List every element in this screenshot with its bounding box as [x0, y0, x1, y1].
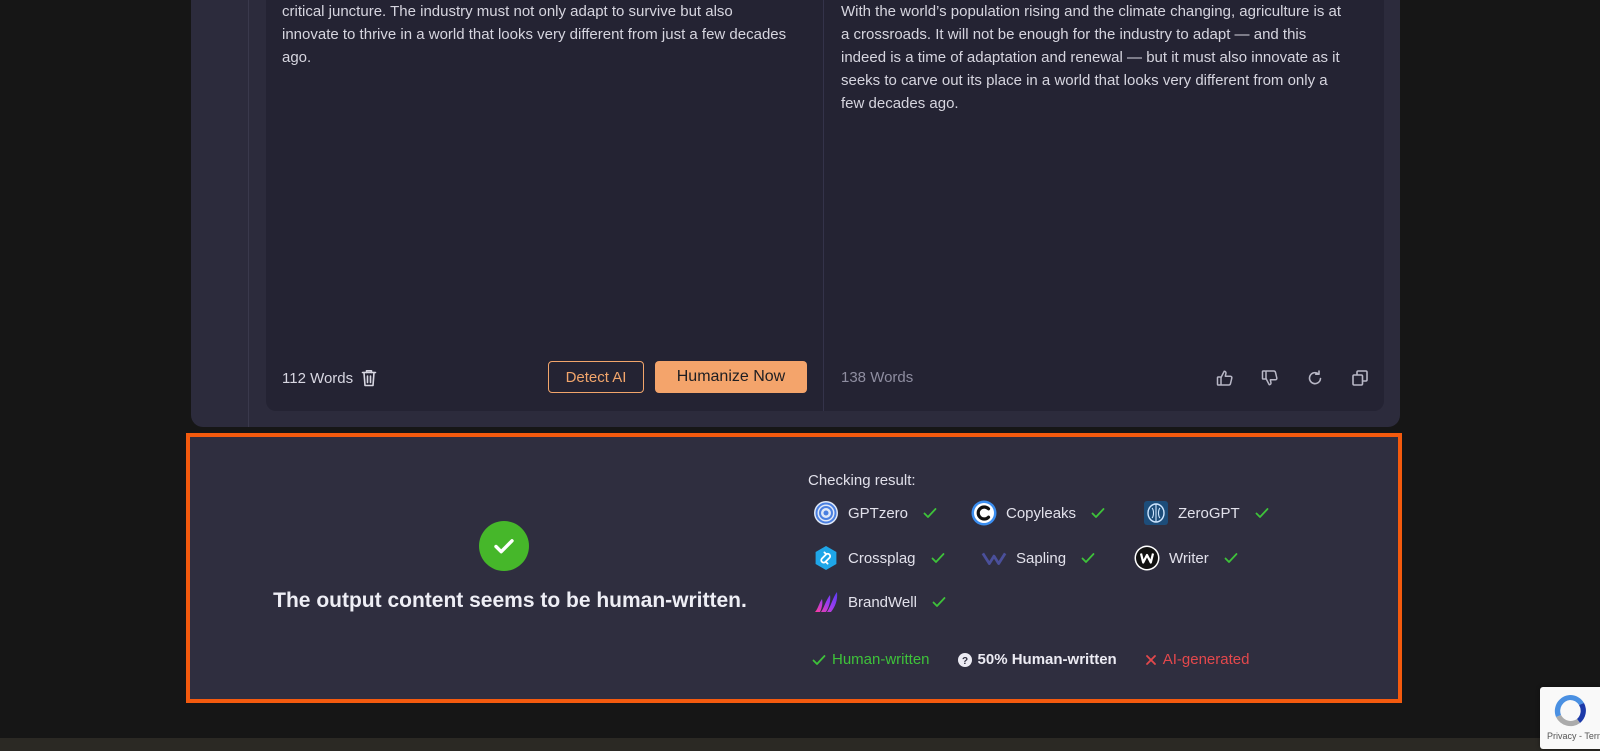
- editor-left-rail: [248, 0, 249, 427]
- output-pane: damage economies, and threaten the incom…: [824, 0, 1384, 411]
- detector-copyleaks: Copyleaks: [971, 500, 1105, 526]
- regenerate-icon[interactable]: [1305, 368, 1325, 388]
- crossplag-logo-icon: [813, 545, 839, 571]
- recaptcha-links[interactable]: Privacy - Terms: [1547, 731, 1600, 741]
- input-text[interactable]: population grows and the climate continu…: [282, 0, 792, 69]
- thumbs-down-icon[interactable]: [1260, 368, 1280, 388]
- detector-gptzero: GPTzero: [813, 500, 937, 526]
- output-text: damage economies, and threaten the incom…: [841, 0, 1351, 115]
- detector-crossplag: Crossplag: [813, 545, 945, 571]
- input-word-count-label: 112 Words: [282, 369, 354, 387]
- svg-text:?: ?: [961, 656, 967, 667]
- input-word-count: 112 Words: [282, 369, 377, 387]
- legend-ai-label: AI-generated: [1162, 651, 1250, 668]
- detect-ai-button[interactable]: Detect AI: [548, 361, 644, 393]
- legend-half-label: 50% Human-written: [977, 651, 1117, 668]
- detector-zerogpt: ZeroGPT: [1143, 500, 1269, 526]
- pass-check-icon: [1091, 507, 1105, 519]
- pass-check-icon: [1224, 552, 1238, 564]
- legend-half-human: ? 50% Human-written: [957, 651, 1117, 668]
- input-text-paragraph: population grows and the climate continu…: [282, 3, 787, 66]
- writer-logo-icon: [1134, 545, 1160, 571]
- humanize-now-button[interactable]: Humanize Now: [655, 361, 807, 393]
- output-actions: [1215, 368, 1370, 388]
- thumbs-up-icon[interactable]: [1215, 368, 1235, 388]
- output-text-paragraph: damage economies, and threaten the incom…: [841, 3, 1341, 112]
- detector-sapling: Sapling: [981, 545, 1095, 571]
- output-word-count-label: 138 Words: [841, 369, 914, 386]
- sapling-logo-icon: [981, 545, 1007, 571]
- input-pane[interactable]: population grows and the climate continu…: [266, 0, 823, 411]
- checking-result-title: Checking result:: [808, 472, 916, 489]
- result-legend: Human-written ? 50% Human-written AI-gen…: [812, 651, 1249, 668]
- detector-writer: Writer: [1134, 545, 1238, 571]
- legend-ai-generated: AI-generated: [1145, 651, 1250, 668]
- question-circle-icon: ?: [957, 652, 972, 667]
- detector-name: Sapling: [1016, 549, 1067, 567]
- zerogpt-logo-icon: [1143, 500, 1169, 526]
- copy-icon[interactable]: [1350, 368, 1370, 388]
- detector-name: Writer: [1169, 549, 1209, 567]
- detector-name: GPTzero: [848, 504, 909, 522]
- verdict-text: The output content seems to be human-wri…: [273, 589, 747, 612]
- checking-result-panel: The output content seems to be human-wri…: [186, 433, 1402, 703]
- output-word-count: 138 Words: [841, 369, 913, 386]
- legend-check-icon: [812, 654, 826, 665]
- recaptcha-badge[interactable]: Privacy - Terms: [1540, 687, 1600, 749]
- pass-check-icon: [931, 552, 945, 564]
- legend-human-written: Human-written: [812, 651, 930, 668]
- pass-check-icon: [1081, 552, 1095, 564]
- legend-human-label: Human-written: [832, 651, 930, 668]
- recaptcha-logo-icon: [1554, 694, 1586, 727]
- detector-name: Copyleaks: [1006, 504, 1077, 522]
- copyleaks-logo-icon: [971, 500, 997, 526]
- pass-check-icon: [923, 507, 937, 519]
- detector-brandwell: BrandWell: [813, 589, 946, 615]
- brandwell-logo-icon: [813, 589, 839, 615]
- success-check-icon: [479, 521, 529, 571]
- gptzero-logo-icon: [813, 500, 839, 526]
- detector-name: ZeroGPT: [1178, 504, 1240, 522]
- pass-check-icon: [932, 596, 946, 608]
- pass-check-icon: [1255, 507, 1269, 519]
- page-footer-strip: [0, 738, 1600, 751]
- cross-icon: [1145, 654, 1156, 665]
- detector-name: Crossplag: [848, 549, 916, 567]
- detector-name: BrandWell: [848, 593, 917, 611]
- trash-icon[interactable]: [361, 369, 377, 387]
